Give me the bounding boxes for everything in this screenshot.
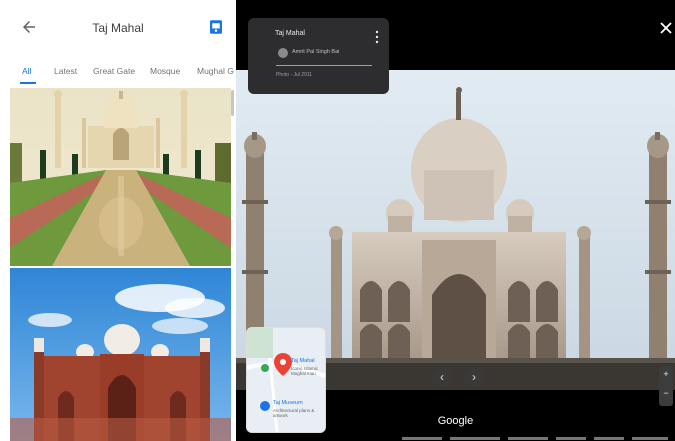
photo-viewer: Taj Mahal Amrit Pal Singh Bai Photo - Ju…: [236, 0, 675, 441]
minimap-place-taj-mahal[interactable]: Taj Mahal: [291, 358, 315, 364]
photo-thumbnail-taj-reflection[interactable]: [10, 88, 231, 266]
tab-latest[interactable]: Latest: [54, 66, 77, 76]
photo-author[interactable]: Amrit Pal Singh Bai: [292, 49, 339, 55]
photo-date: Photo - Jul 2011: [276, 72, 313, 78]
tab-great-gate[interactable]: Great Gate: [93, 66, 135, 76]
photo-info-card: Taj Mahal Amrit Pal Singh Bai Photo - Ju…: [248, 18, 389, 94]
more-options-icon[interactable]: [375, 30, 379, 44]
minimap-place-taj-museum[interactable]: Taj Museum: [273, 400, 303, 406]
zoom-in-icon[interactable]: +: [659, 369, 673, 379]
next-photo-button[interactable]: ›: [464, 368, 484, 388]
panel-scrollbar[interactable]: [231, 90, 234, 116]
card-divider: [276, 65, 372, 66]
google-attribution: Google: [437, 415, 474, 427]
minimap-place-taj-mahal-subtitle: Iconic Islamic Mughal mau: [291, 366, 319, 376]
author-avatar[interactable]: [278, 48, 288, 58]
active-tab-indicator: [20, 82, 36, 84]
zoom-out-icon[interactable]: −: [659, 388, 673, 398]
photo-navigation: ‹ ›: [432, 368, 488, 388]
add-photo-icon[interactable]: [207, 17, 225, 37]
page-title: Taj Mahal: [92, 21, 144, 35]
photo-category-tabs: All Latest Great Gate Mosque Mughal G: [0, 58, 236, 86]
place-photos-panel: Taj Mahal All Latest Great Gate Mosque M…: [0, 0, 236, 441]
tab-mosque[interactable]: Mosque: [150, 66, 180, 76]
map-footer-links[interactable]: [402, 436, 672, 441]
tab-mughal-gardens[interactable]: Mughal G: [197, 66, 234, 76]
tab-all[interactable]: All: [22, 66, 31, 76]
previous-photo-button[interactable]: ‹: [432, 368, 452, 388]
photo-place-name[interactable]: Taj Mahal: [275, 30, 305, 37]
photo-thumbnail-mosque[interactable]: [10, 268, 231, 441]
zoom-control[interactable]: + −: [659, 366, 673, 406]
panel-header: Taj Mahal: [0, 0, 236, 58]
close-icon[interactable]: [660, 22, 672, 34]
